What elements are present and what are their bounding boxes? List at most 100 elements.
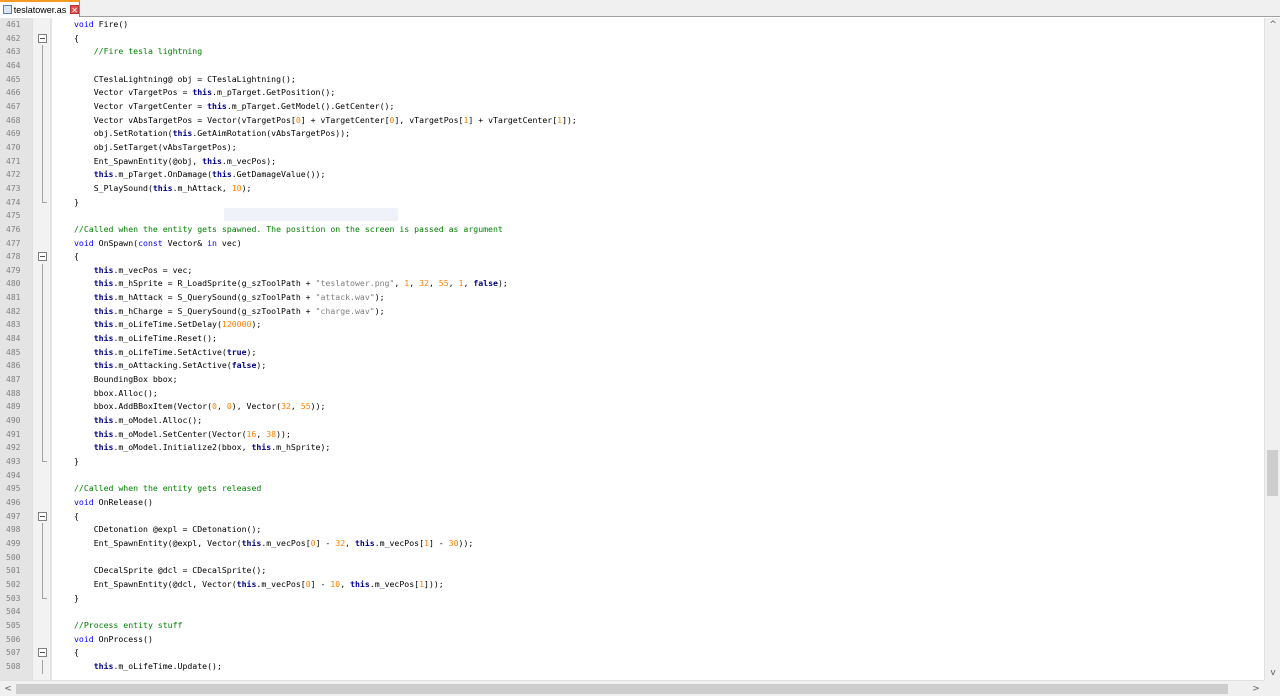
code-line[interactable]: 500 [0, 550, 1264, 565]
code-line[interactable]: 478 { [0, 250, 1264, 264]
code-text: { [74, 646, 79, 660]
fold-collapse-icon[interactable] [38, 646, 47, 660]
fold-guide [38, 127, 47, 141]
code-text: CDecalSprite @dcl = CDecalSprite(); [74, 564, 267, 578]
code-line[interactable]: 496 void OnRelease() [0, 496, 1264, 510]
code-token: Ent_SpawnEntity(@obj, [74, 155, 203, 166]
code-token: , [345, 537, 355, 548]
code-token: CDecalSprite @dcl = CDecalSprite(); [74, 565, 267, 576]
code-line[interactable]: 481 this.m_hAttack = S_QuerySound(g_szTo… [0, 291, 1264, 305]
code-line[interactable]: 469 obj.SetRotation(this.GetAimRotation(… [0, 127, 1264, 141]
horizontal-scrollbar[interactable]: < > [0, 680, 1264, 696]
code-line[interactable]: 465 CTeslaLightning@ obj = CTeslaLightni… [0, 72, 1264, 87]
code-line[interactable]: 485 this.m_oLifeTime.SetActive(true); [0, 345, 1264, 360]
code-line[interactable]: 476 //Called when the entity gets spawned… [0, 223, 1264, 237]
code-line[interactable]: 472 this.m_pTarget.OnDamage(this.GetDama… [0, 168, 1264, 182]
code-line[interactable]: 489 bbox.AddBBoxItem(Vector(0, 0), Vecto… [0, 400, 1264, 415]
scroll-right-icon[interactable]: > [1248, 682, 1264, 696]
code-line[interactable]: 464 [0, 58, 1264, 73]
code-token: this [93, 415, 114, 426]
code-line[interactable]: 486 this.m_oAttacking.SetActive(false); [0, 359, 1264, 374]
line-number: 486 [6, 361, 21, 371]
code-token: S_PlaySound( [74, 182, 153, 193]
code-token: .m_vecPos); [221, 155, 277, 166]
code-line[interactable]: 473 S_PlaySound(this.m_hAttack, 10); [0, 181, 1264, 196]
code-line[interactable]: 494 [0, 469, 1264, 483]
code-line[interactable]: 506 void OnProcess() [0, 633, 1264, 647]
code-line[interactable]: 482 this.m_hCharge = S_QuerySound(g_szTo… [0, 304, 1264, 319]
code-line[interactable]: 501 CDecalSprite @dcl = CDecalSprite(); [0, 564, 1264, 578]
code-line[interactable]: 474} [0, 195, 1264, 210]
code-token: 120000 [221, 319, 252, 330]
line-number: 465 [6, 74, 21, 84]
code-line[interactable]: 507 { [0, 646, 1264, 660]
code-line[interactable]: 479 this.m_vecPos = vec; [0, 263, 1264, 278]
code-line[interactable]: 487 BoundingBox bbox; [0, 373, 1264, 387]
code-token: this [93, 319, 114, 330]
code-line[interactable]: 463 //Fire tesla lightning [0, 45, 1264, 59]
code-text: this.m_oLifeTime.SetActive(true); [74, 346, 257, 360]
code-line[interactable]: 503} [0, 591, 1264, 606]
code-text: obj.SetTarget(vAbsTargetPos); [74, 141, 237, 155]
code-line[interactable]: 488 bbox.Alloc(); [0, 386, 1264, 401]
code-line[interactable]: 471 Ent_SpawnEntity(@obj, this.m_vecPos)… [0, 154, 1264, 169]
code-line[interactable]: 461 void Fire() [0, 18, 1264, 32]
code-line[interactable]: 467 Vector vTargetCenter = this.m_pTarge… [0, 99, 1264, 114]
code-token: //Process entity stuff [74, 619, 183, 630]
code-line[interactable]: 502 Ent_SpawnEntity(@dcl, Vector(this.m_… [0, 577, 1264, 592]
code-line[interactable]: 497 { [0, 510, 1264, 524]
fold-collapse-icon[interactable] [38, 250, 47, 264]
code-line[interactable]: 504 [0, 605, 1264, 619]
code-line[interactable]: 470 obj.SetTarget(vAbsTargetPos); [0, 140, 1264, 155]
code-token: .m_hSprite = R_LoadSprite(g_szToolPath + [113, 278, 316, 289]
code-text: { [74, 32, 79, 46]
line-number: 491 [6, 429, 21, 439]
code-line[interactable]: 498 CDetonation @expl = CDetonation(); [0, 523, 1264, 537]
scroll-down-icon[interactable]: v [1265, 666, 1280, 680]
line-number: 505 [6, 620, 21, 630]
vertical-scrollbar[interactable]: ^ v [1264, 18, 1280, 680]
code-token: 16 [246, 428, 257, 439]
code-text: this.m_oModel.Initialize2(bbox, this.m_h… [74, 441, 331, 455]
fold-collapse-icon[interactable] [38, 32, 47, 46]
code-line[interactable]: 483 this.m_oLifeTime.SetDelay(120000); [0, 318, 1264, 333]
close-icon[interactable]: ✕ [70, 5, 79, 15]
code-line[interactable]: 508 this.m_oLifeTime.Update(); [0, 659, 1264, 674]
code-line[interactable]: 462 { [0, 32, 1264, 46]
code-line[interactable]: 484 this.m_oLifeTime.Reset(); [0, 332, 1264, 346]
code-line[interactable]: 480 this.m_hSprite = R_LoadSprite(g_szTo… [0, 277, 1264, 292]
code-token: .m_oLifeTime.SetDelay( [113, 319, 222, 330]
code-line[interactable]: 477 void OnSpawn(const Vector& in vec) [0, 237, 1264, 251]
vertical-scroll-thumb[interactable] [1267, 450, 1278, 496]
code-token: ), Vector( [231, 401, 282, 412]
scroll-up-icon[interactable]: ^ [1265, 18, 1280, 32]
code-token: this [93, 278, 114, 289]
code-token: .m_oModel.Alloc(); [113, 415, 203, 426]
scroll-left-icon[interactable]: < [0, 682, 16, 696]
code-token: )); [310, 401, 326, 412]
horizontal-scroll-thumb[interactable] [16, 684, 1228, 694]
code-token: 10 [231, 182, 242, 193]
code-line[interactable]: 490 this.m_oModel.Alloc(); [0, 414, 1264, 428]
code-line[interactable]: 495 //Called when the entity gets release… [0, 482, 1264, 496]
code-token: .m_oModel.Initialize2(bbox, [113, 442, 252, 453]
code-line[interactable]: 475 [0, 209, 1264, 223]
code-line[interactable]: 505 //Process entity stuff [0, 619, 1264, 633]
code-token: false [231, 360, 257, 371]
code-editor[interactable]: 461 void Fire() 462 {463 //Fire tesla light… [0, 18, 1264, 680]
code-line[interactable]: 499 Ent_SpawnEntity(@expl, Vector(this.m… [0, 536, 1264, 551]
code-token: void [74, 633, 94, 644]
code-line[interactable]: 468 Vector vAbsTargetPos = Vector(vTarge… [0, 113, 1264, 128]
code-line[interactable]: 491 this.m_oModel.SetCenter(Vector(16, 3… [0, 427, 1264, 442]
code-token: , [463, 278, 474, 289]
code-line[interactable]: 466 Vector vTargetPos = this.m_pTarget.G… [0, 86, 1264, 100]
tab-teslatower[interactable]: teslatower.as ✕ [0, 0, 80, 17]
fold-guide [38, 86, 47, 100]
code-line[interactable]: 492 this.m_oModel.Initialize2(bbox, this… [0, 441, 1264, 455]
code-text: { [74, 250, 79, 264]
fold-collapse-icon[interactable] [38, 510, 47, 524]
code-token: CDetonation @expl = CDetonation(); [74, 524, 262, 535]
code-line[interactable]: 493} [0, 455, 1264, 469]
